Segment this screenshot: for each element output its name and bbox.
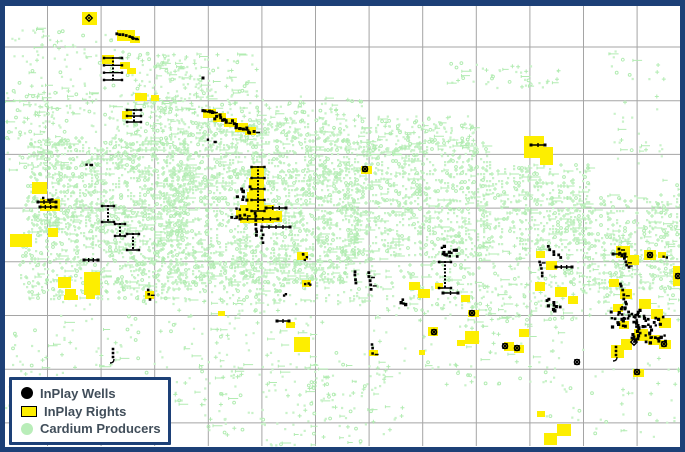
legend-item-inplay-rights: InPlay Rights bbox=[21, 405, 164, 418]
producer-markers bbox=[8, 27, 130, 145]
inplay-rights-icon bbox=[21, 406, 37, 417]
producer-markers bbox=[618, 95, 659, 153]
producer-markers bbox=[614, 108, 664, 164]
producer-markers bbox=[128, 52, 206, 114]
legend-label: InPlay Wells bbox=[40, 387, 116, 400]
producer-markers bbox=[565, 195, 681, 293]
legend-item-cardium-producers: Cardium Producers bbox=[21, 422, 164, 435]
producer-markers bbox=[259, 360, 386, 447]
producer-markers bbox=[355, 114, 480, 156]
legend: InPlay Wells InPlay Rights Cardium Produ… bbox=[9, 377, 171, 445]
map-window: InPlay Wells InPlay Rights Cardium Produ… bbox=[0, 0, 685, 452]
producer-markers bbox=[447, 62, 560, 89]
cardium-producers-icon bbox=[21, 423, 33, 435]
inplay-wells-icon bbox=[21, 387, 33, 399]
producer-markers bbox=[418, 280, 563, 386]
producer-markers bbox=[141, 53, 254, 93]
producer-markers bbox=[451, 64, 559, 89]
legend-label: InPlay Rights bbox=[44, 405, 126, 418]
legend-label: Cardium Producers bbox=[40, 422, 161, 435]
producer-markers bbox=[419, 281, 573, 387]
producer-markers bbox=[201, 301, 406, 435]
producer-markers bbox=[256, 97, 372, 137]
producer-markers bbox=[149, 88, 264, 151]
producer-markers bbox=[166, 166, 362, 284]
producer-markers bbox=[202, 300, 404, 437]
legend-item-inplay-wells: InPlay Wells bbox=[21, 387, 164, 400]
producer-markers bbox=[609, 50, 651, 80]
